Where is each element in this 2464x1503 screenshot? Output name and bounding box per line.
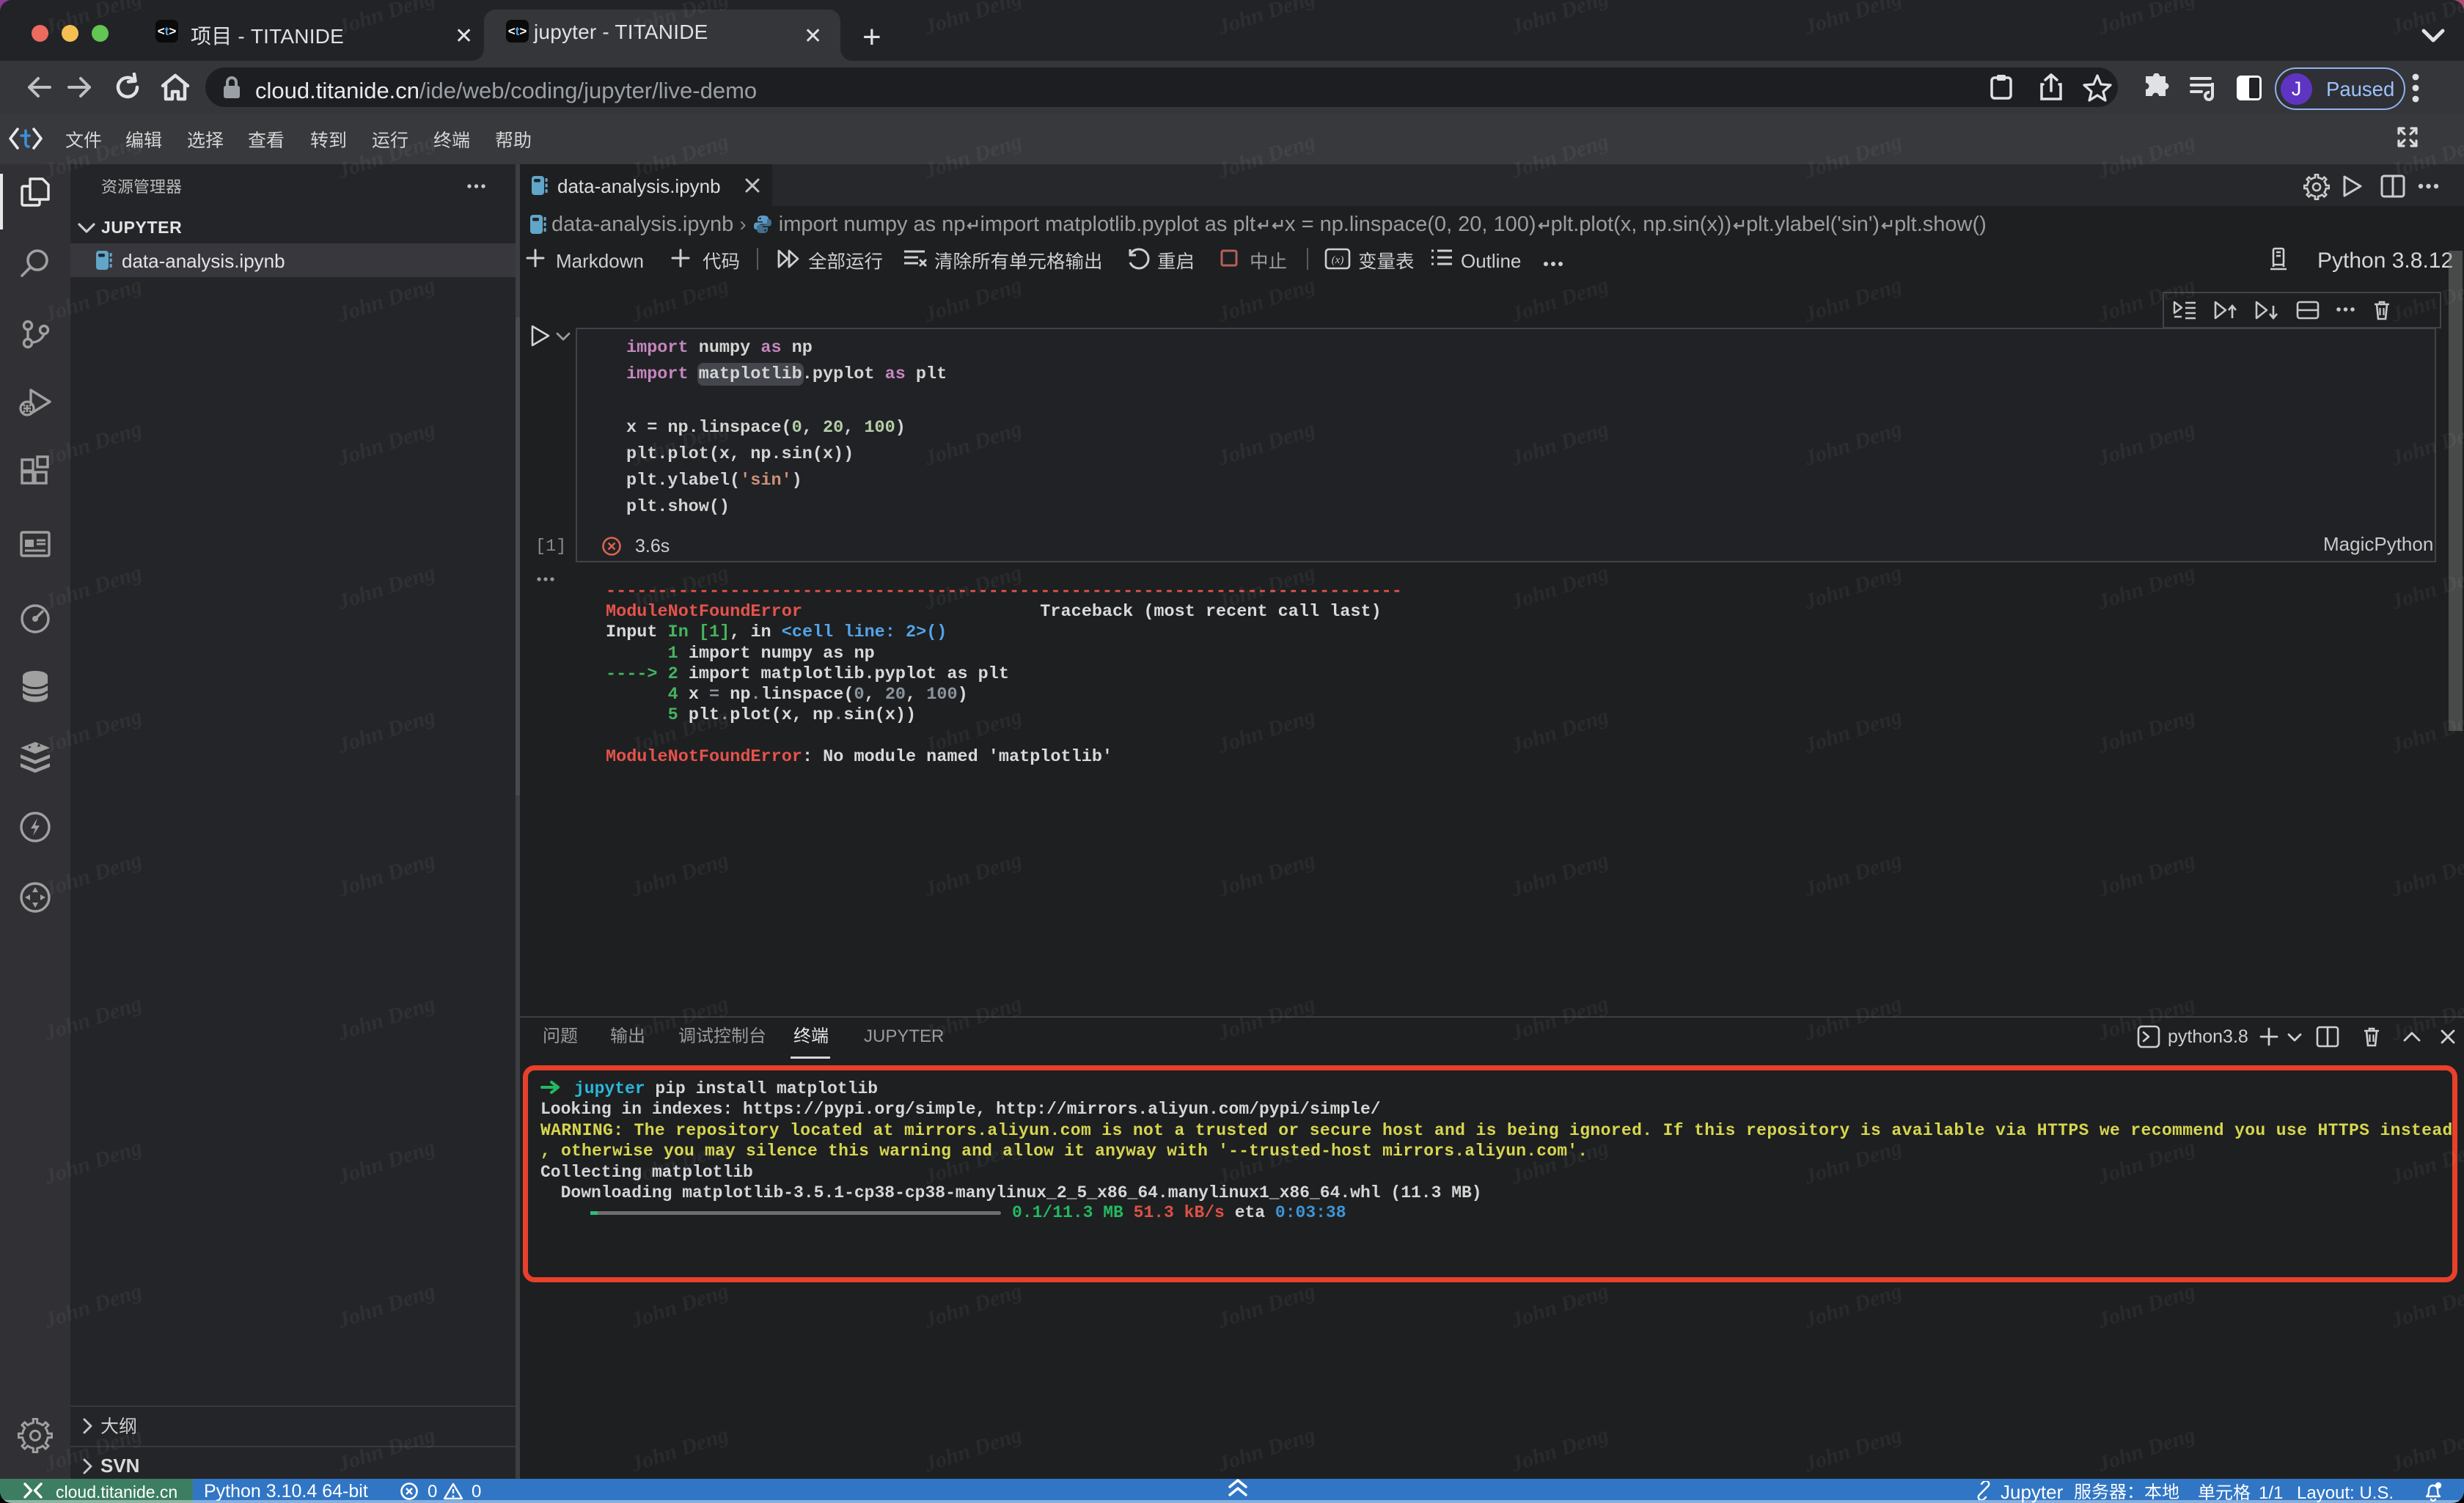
svg-text:(x): (x): [1332, 254, 1344, 266]
